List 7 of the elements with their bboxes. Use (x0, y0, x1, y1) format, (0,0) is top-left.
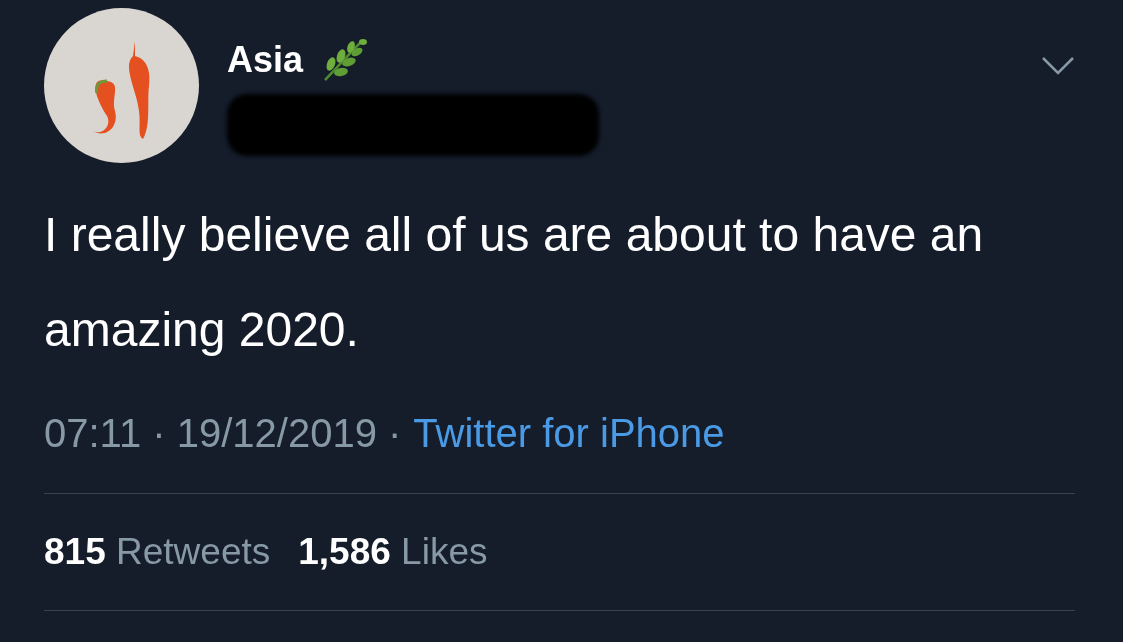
stat-link[interactable]: 815 Retweets (44, 524, 271, 580)
chevron-down-icon[interactable] (1041, 56, 1075, 76)
author-name[interactable]: Asia (227, 42, 304, 78)
timestamp: 07:11 · 19/12/2019 · (44, 410, 402, 457)
stat-link[interactable]: 1,586 Likes (298, 524, 488, 580)
source-link[interactable]: Twitter for iPhone (413, 403, 725, 463)
tweet-text: I really believe all of us are about to have an amazing 2020. (44, 207, 985, 358)
